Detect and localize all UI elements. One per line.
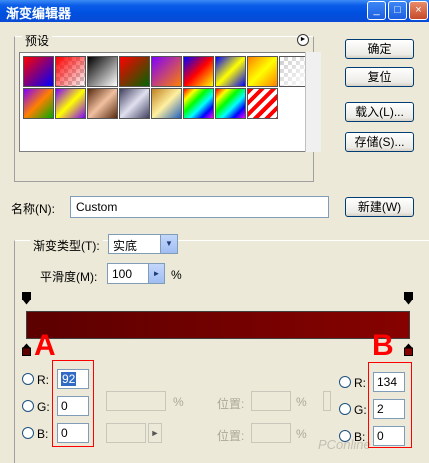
preset-swatch-grid — [19, 52, 310, 152]
smoothness-arrow-icon[interactable]: ► — [148, 263, 165, 284]
disabled-input-5 — [323, 391, 331, 411]
save-button[interactable]: 存储(S)... — [345, 132, 414, 152]
presets-menu-icon[interactable]: ► — [297, 34, 309, 46]
disabled-input-4 — [251, 423, 291, 443]
b-label-left: B: — [37, 427, 49, 441]
r-input-right[interactable]: 134 — [373, 372, 405, 392]
new-button[interactable]: 新建(W) — [345, 197, 414, 217]
preset-swatch[interactable] — [119, 56, 150, 87]
preset-swatch[interactable] — [87, 56, 118, 87]
gradient-preview-bar[interactable] — [26, 311, 410, 339]
preset-swatch[interactable] — [23, 88, 54, 119]
radio-r-right[interactable] — [339, 376, 351, 388]
reset-button[interactable]: 复位 — [345, 67, 414, 87]
radio-b-left[interactable] — [22, 427, 34, 439]
ok-button[interactable]: 确定 — [345, 39, 414, 59]
disabled-pct-1: % — [173, 395, 184, 409]
preset-swatch[interactable] — [183, 56, 214, 87]
r-value-left: 92 — [61, 372, 77, 386]
b-input-right[interactable]: 0 — [373, 426, 405, 446]
preset-swatch[interactable] — [151, 56, 182, 87]
g-input-left[interactable]: 0 — [57, 396, 89, 416]
g-label-left: G: — [37, 400, 50, 414]
disabled-input-3 — [251, 391, 291, 411]
dialog-body: 预设 ► 确定 复位 载入(L)... 存储(S)... 名称(N): Cust… — [0, 22, 429, 463]
radio-g-right[interactable] — [339, 403, 351, 415]
smoothness-input[interactable]: 100 — [107, 263, 149, 284]
watermark: PConline — [318, 437, 371, 452]
opacity-stop-right[interactable] — [404, 292, 413, 305]
preset-swatch[interactable] — [183, 88, 214, 119]
close-button[interactable]: × — [409, 1, 428, 20]
gradient-type-label: 渐变类型(T): — [30, 237, 103, 254]
preset-swatch[interactable] — [247, 56, 278, 87]
preset-swatch[interactable] — [55, 56, 86, 87]
preset-swatch[interactable] — [151, 88, 182, 119]
disabled-input-2 — [106, 423, 146, 443]
opacity-stop-left[interactable] — [22, 292, 31, 305]
disabled-input-1 — [106, 391, 166, 411]
color-stop-left[interactable] — [22, 343, 31, 356]
disabled-pct-3: % — [296, 427, 307, 441]
title-bar: 渐变编辑器 _ □ × — [0, 0, 429, 22]
r-label-left: R: — [37, 373, 49, 387]
radio-g-left[interactable] — [22, 400, 34, 412]
preset-swatch[interactable] — [55, 88, 86, 119]
disabled-location-2: 位置: — [217, 429, 245, 443]
radio-r-left[interactable] — [22, 373, 34, 385]
presets-scrollbar[interactable] — [305, 52, 321, 152]
maximize-button[interactable]: □ — [388, 1, 407, 20]
b-input-left[interactable]: 0 — [57, 423, 89, 443]
presets-label: 预设 — [22, 32, 53, 49]
preset-swatch[interactable] — [215, 88, 246, 119]
gradient-type-value: 实底 — [113, 239, 138, 253]
g-label-right: G: — [354, 403, 367, 417]
preset-swatch[interactable] — [87, 88, 118, 119]
annotation-b: B — [372, 329, 394, 362]
annotation-a: A — [34, 329, 56, 362]
r-label-right: R: — [354, 376, 366, 390]
preset-swatch[interactable] — [23, 56, 54, 87]
name-label: 名称(N): — [11, 202, 55, 216]
smoothness-label: 平滑度(M): — [40, 270, 98, 284]
disabled-pct-2: % — [296, 395, 307, 409]
disabled-arrow-icon: ► — [148, 423, 162, 443]
load-button[interactable]: 载入(L)... — [345, 102, 414, 122]
smoothness-unit: % — [171, 268, 182, 282]
preset-swatch[interactable] — [247, 88, 278, 119]
name-input[interactable]: Custom — [70, 196, 329, 218]
g-input-right[interactable]: 2 — [373, 399, 405, 419]
chevron-down-icon[interactable]: ▼ — [160, 235, 177, 253]
preset-swatch[interactable] — [119, 88, 150, 119]
disabled-location-1: 位置: — [217, 397, 245, 411]
gradient-type-select[interactable]: 实底 ▼ — [108, 234, 178, 254]
minimize-button[interactable]: _ — [367, 1, 386, 20]
window-title: 渐变编辑器 — [6, 6, 72, 21]
r-input-left[interactable]: 92 — [57, 369, 89, 389]
preset-swatch[interactable] — [215, 56, 246, 87]
color-stop-right[interactable] — [404, 343, 413, 356]
